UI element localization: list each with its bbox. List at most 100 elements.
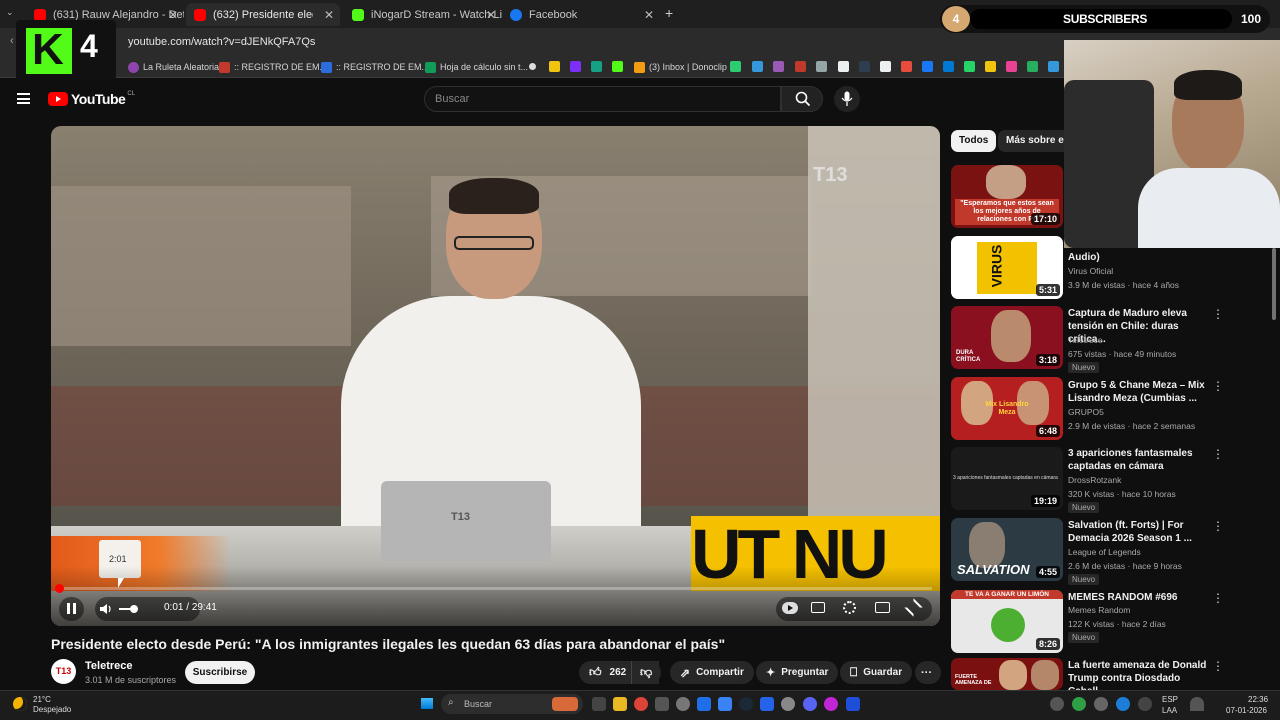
bookmark-icon[interactable]	[1006, 61, 1017, 72]
discord-icon[interactable]	[803, 697, 817, 711]
related-title[interactable]: 3 apariciones fantasmales captadas en cá…	[1068, 447, 1208, 473]
windows-start-icon[interactable]	[421, 697, 433, 709]
related-channel[interactable]: Teletrece	[1068, 335, 1103, 345]
more-options-icon[interactable]: ⋮	[1212, 307, 1224, 321]
close-tab-icon[interactable]: ✕	[644, 8, 654, 22]
microphone-tray-icon[interactable]	[1138, 697, 1152, 711]
bookmark-icon[interactable]	[943, 61, 954, 72]
related-thumbnail[interactable]: 3 apariciones fantasmales captadas en cá…	[951, 447, 1063, 510]
language-indicator[interactable]: ESP	[1162, 695, 1178, 704]
related-thumbnail[interactable]: "Esperamos que estos sean los mejores añ…	[951, 165, 1063, 228]
autoplay-toggle[interactable]	[782, 602, 798, 614]
new-tab-button[interactable]: +	[665, 5, 673, 21]
app-icon[interactable]	[824, 697, 838, 711]
app-icon[interactable]	[760, 697, 774, 711]
bookmark-item[interactable]: :: REGISTRO DE EM...	[219, 60, 327, 74]
related-thumbnail[interactable]: SALVATION 4:55	[951, 518, 1063, 581]
youtube-logo[interactable]: YouTube CL	[48, 91, 135, 107]
calculator-icon[interactable]	[655, 697, 669, 711]
volume-knob[interactable]	[130, 605, 138, 613]
channel-name[interactable]: Teletrece	[85, 660, 133, 672]
sidebar-scrollbar[interactable]	[1272, 248, 1276, 320]
bookmark-icon[interactable]	[591, 61, 602, 72]
more-options-icon[interactable]: ⋮	[1212, 379, 1224, 393]
bookmark-icon[interactable]	[730, 61, 741, 72]
search-button[interactable]	[781, 86, 823, 112]
weather-text[interactable]: Despejado	[33, 705, 71, 714]
task-view-icon[interactable]	[592, 697, 606, 711]
language-indicator-2[interactable]: LAA	[1162, 706, 1177, 715]
save-button[interactable]: ⎕ Guardar	[840, 661, 913, 684]
close-tab-icon[interactable]: ✕	[168, 8, 178, 22]
search-input[interactable]: Buscar	[424, 86, 781, 112]
share-button[interactable]: ⇗ Compartir	[670, 661, 754, 684]
related-channel[interactable]: GRUPO5	[1068, 407, 1104, 417]
chip-all[interactable]: Todos	[951, 130, 997, 152]
bookmark-icon[interactable]	[529, 63, 536, 70]
related-title[interactable]: Salvation (ft. Forts) | For Demacia 2026…	[1068, 519, 1208, 545]
voice-search-button[interactable]	[834, 86, 860, 112]
related-channel[interactable]: Virus Oficial	[1068, 266, 1113, 276]
subtitles-icon[interactable]	[811, 602, 825, 613]
related-title[interactable]: MEMES RANDOM #696	[1068, 591, 1208, 604]
bookmark-icon[interactable]	[838, 61, 849, 72]
browser-tab-4[interactable]: Facebook ✕	[502, 3, 660, 26]
channel-avatar[interactable]: T13	[51, 659, 76, 684]
dislike-button[interactable]: 👎︎	[631, 661, 661, 684]
bookmark-item[interactable]: Hoja de cálculo sin t...	[425, 60, 528, 74]
more-actions-button[interactable]: ···	[915, 661, 941, 684]
back-icon[interactable]: ‹	[10, 35, 14, 47]
bookmark-item[interactable]: (3) Inbox | Donoclip	[634, 60, 727, 74]
taskbar-search[interactable]: ⌕ Buscar	[441, 694, 583, 714]
url-field[interactable]: youtube.com/watch?v=dJENkQFA7Qs	[128, 36, 315, 48]
weather-temp[interactable]: 21°C	[33, 695, 51, 704]
bookmark-icon[interactable]	[922, 61, 933, 72]
more-options-icon[interactable]: ⋮	[1212, 519, 1224, 533]
tray-icon[interactable]	[1072, 697, 1086, 711]
video-player[interactable]: T13 T13 2:01 UT NU	[51, 126, 940, 626]
file-explorer-icon[interactable]	[613, 697, 627, 711]
related-title[interactable]: Audio)	[1068, 251, 1208, 264]
menu-icon[interactable]	[17, 93, 30, 104]
pause-button[interactable]	[59, 597, 84, 621]
more-options-icon[interactable]: ⋮	[1212, 447, 1224, 461]
related-channel[interactable]: DrossRotzank	[1068, 475, 1121, 485]
more-options-icon[interactable]: ⋮	[1212, 591, 1224, 605]
tray-icon[interactable]	[1094, 697, 1108, 711]
bookmark-icon[interactable]	[1027, 61, 1038, 72]
related-title[interactable]: Grupo 5 & Chane Meza – Mix Lisandro Meza…	[1068, 379, 1208, 405]
app-icon[interactable]	[676, 697, 690, 711]
related-thumbnail[interactable]: DURA CRÍTICA 3:18	[951, 306, 1063, 369]
close-tab-icon[interactable]: ✕	[486, 8, 496, 22]
app-icon[interactable]	[697, 697, 711, 711]
related-channel[interactable]: Memes Random	[1068, 605, 1130, 615]
related-thumbnail[interactable]: Mix Lisandro Meza 6:48	[951, 377, 1063, 440]
chrome-icon[interactable]	[634, 697, 648, 711]
bookmark-item[interactable]: La Ruleta Aleatoria	[128, 60, 219, 74]
ask-button[interactable]: ✦ Preguntar	[756, 661, 839, 684]
weather-icon[interactable]	[13, 697, 27, 711]
progress-scrubber[interactable]	[55, 584, 64, 593]
bookmark-icon[interactable]	[773, 61, 784, 72]
bookmark-icon[interactable]	[1048, 61, 1059, 72]
browser-tab-3[interactable]: iNogarD Stream - Watch Live o ✕	[344, 3, 502, 26]
tab-list-icon[interactable]: ⌄	[6, 7, 14, 18]
close-tab-icon[interactable]: ✕	[324, 8, 334, 22]
clock-time[interactable]: 22:36	[1248, 695, 1268, 704]
bookmark-item[interactable]: :: REGISTRO DE EM...	[321, 60, 429, 74]
bookmark-icon[interactable]	[570, 61, 581, 72]
bookmark-icon[interactable]	[752, 61, 763, 72]
related-channel[interactable]: League of Legends	[1068, 547, 1141, 557]
settings-icon[interactable]	[843, 601, 856, 614]
subscribe-button[interactable]: Suscribirse	[185, 661, 255, 684]
clock-date[interactable]: 07-01-2026	[1226, 706, 1267, 715]
related-thumbnail[interactable]: VIRUS 5:31	[951, 236, 1063, 299]
app-icon[interactable]	[718, 697, 732, 711]
steam-icon[interactable]	[739, 697, 753, 711]
bookmark-icon[interactable]	[859, 61, 870, 72]
related-thumbnail[interactable]: FUERTE AMENAZA DE	[951, 658, 1063, 690]
bookmark-icon[interactable]	[612, 61, 623, 72]
tray-icon[interactable]	[1050, 697, 1064, 711]
wifi-icon[interactable]	[1190, 697, 1204, 711]
progress-bar[interactable]	[59, 587, 932, 590]
